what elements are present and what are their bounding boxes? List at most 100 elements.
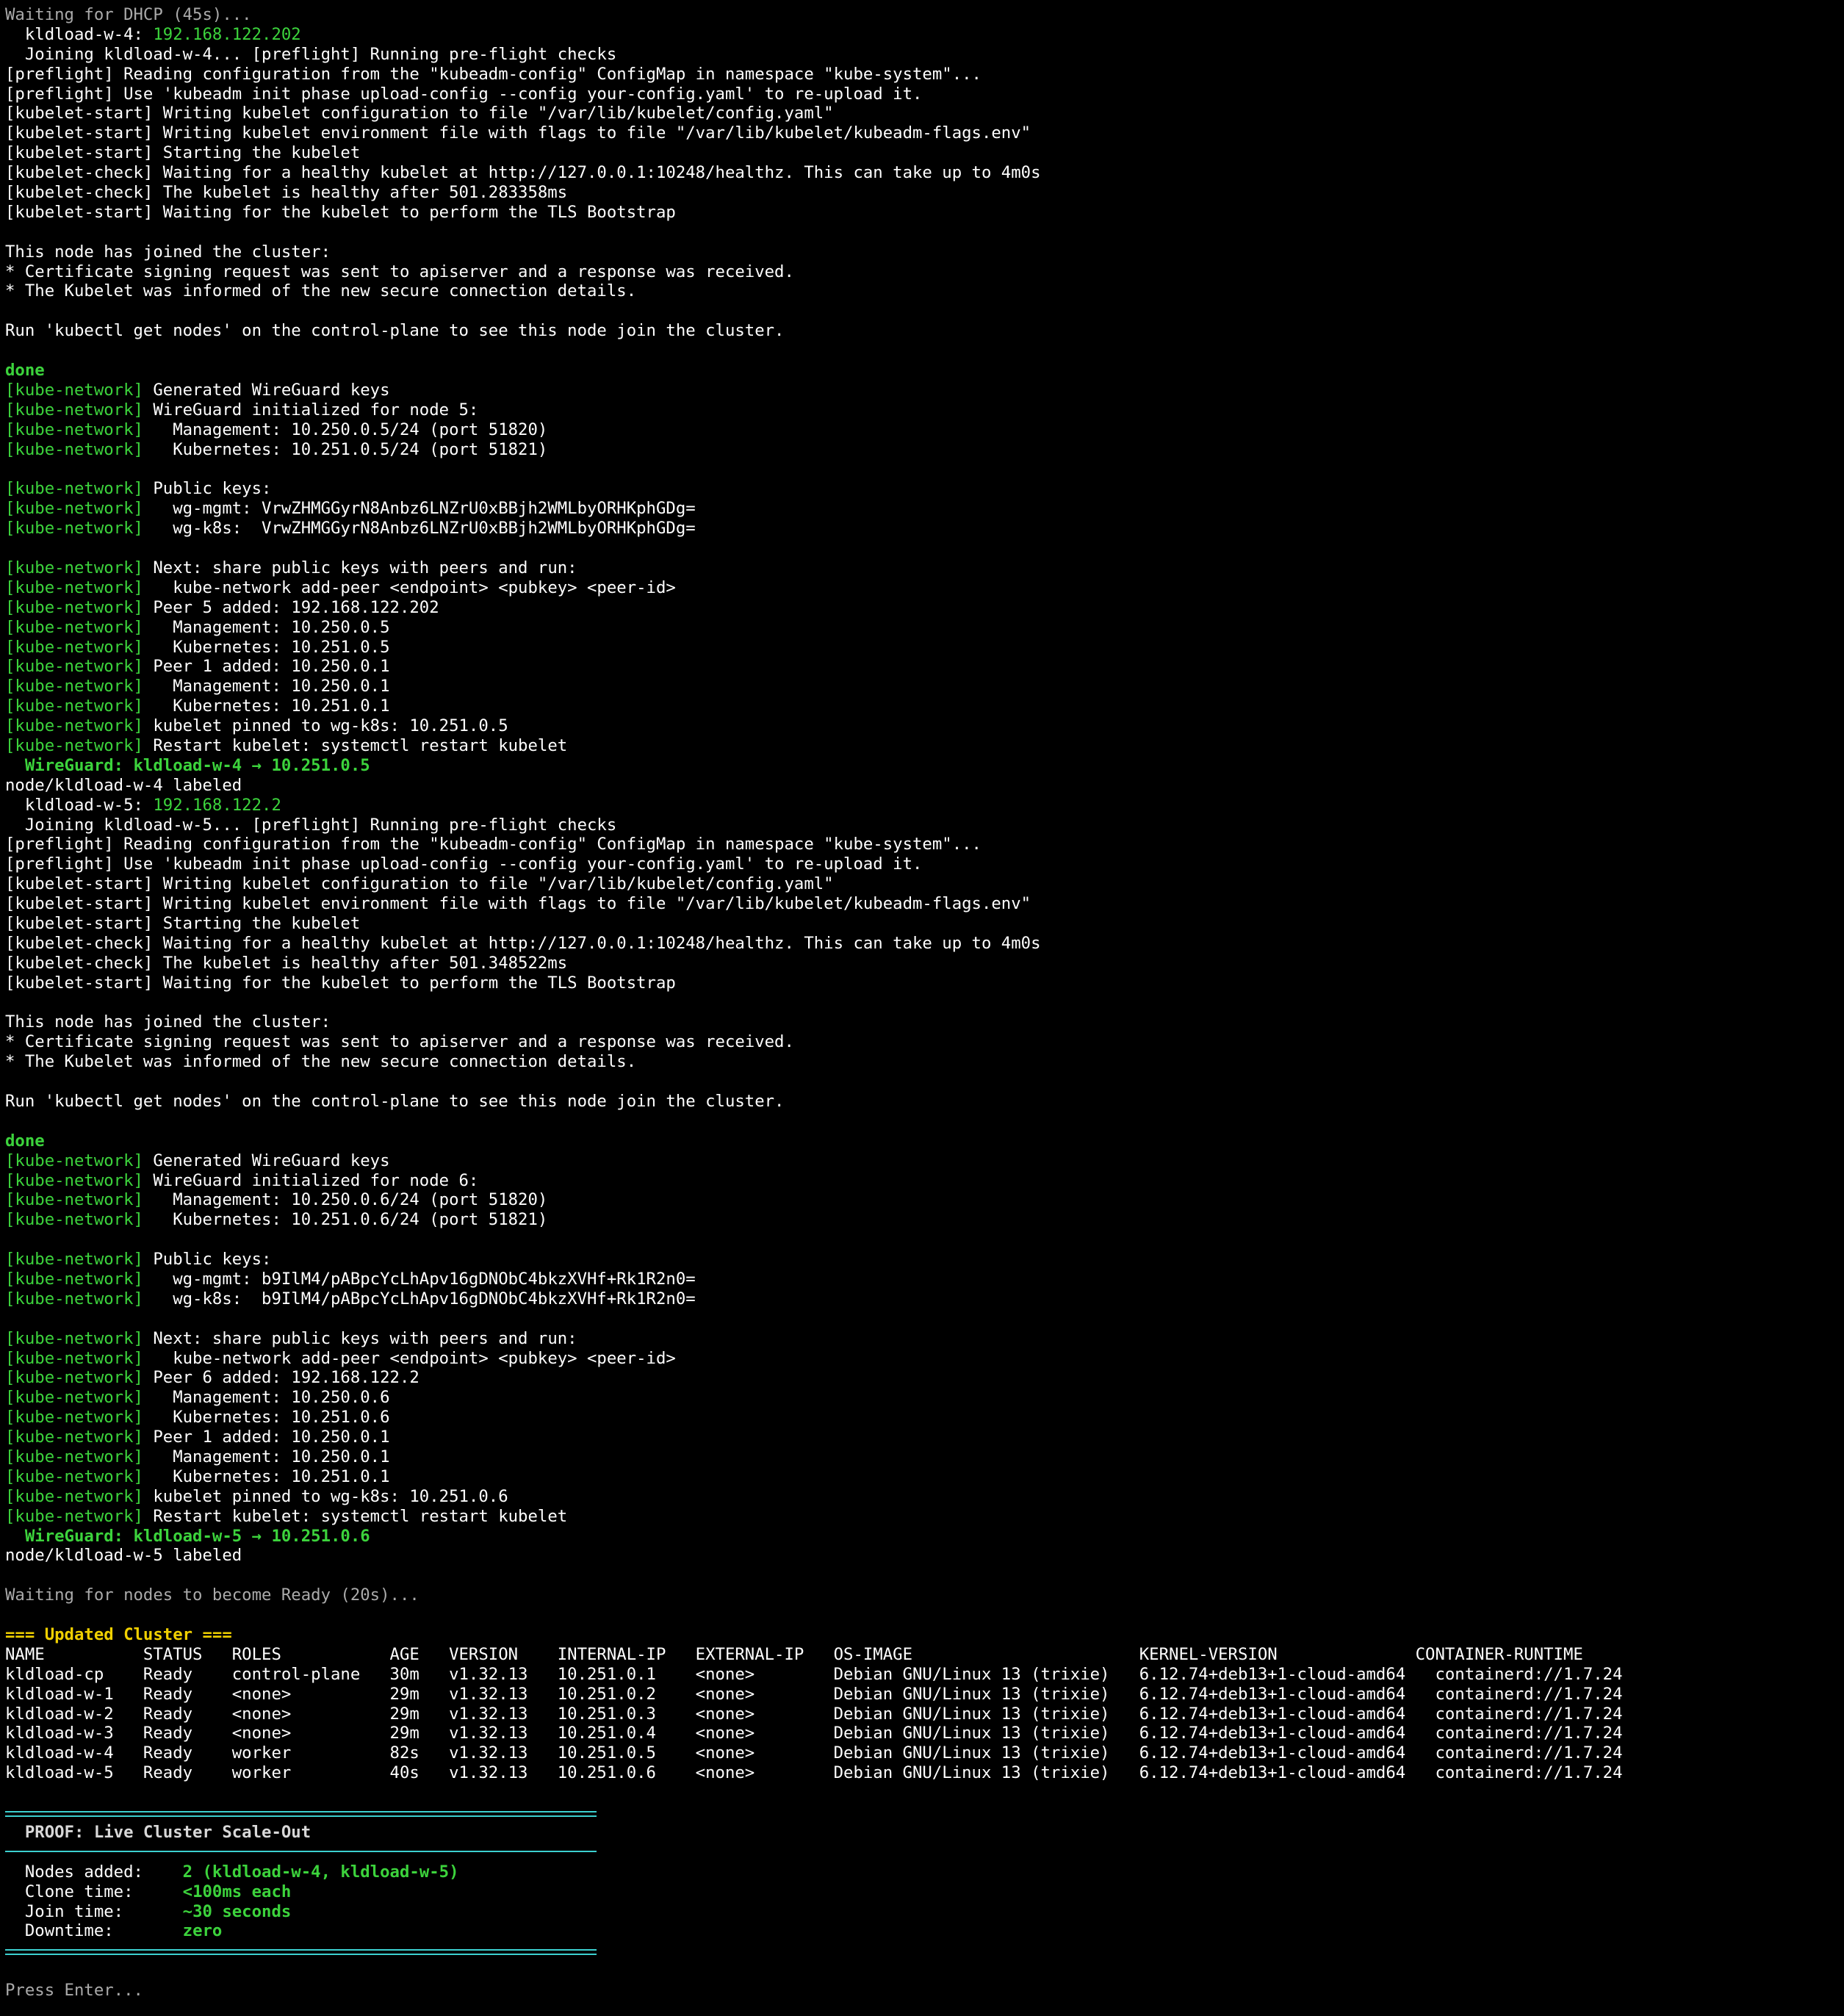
output-line: Run 'kubectl get nodes' on the control-p…	[5, 1092, 1839, 1112]
output-text: This node has joined the cluster:	[5, 242, 331, 262]
kube-network-tag: [kube-network]	[5, 577, 143, 597]
output-line: [kubelet-start] Starting the kubelet	[5, 914, 1839, 934]
output-line: [kubelet-start] Waiting for the kubelet …	[5, 973, 1839, 993]
proof-key: Nodes added:	[5, 1862, 183, 1882]
section-heading: === Updated Cluster ===	[5, 1625, 1839, 1645]
output-text: * The Kubelet was informed of the new se…	[5, 281, 637, 301]
output-text: Joining kldload-w-5... [preflight] Runni…	[5, 815, 617, 835]
output-text: [kubelet-check] Waiting for a healthy ku…	[5, 163, 1041, 183]
output-line: [preflight] Use 'kubeadm init phase uplo…	[5, 84, 1839, 104]
output-line: Joining kldload-w-4... [preflight] Runni…	[5, 45, 1839, 65]
status-line: Waiting for DHCP (45s)...	[5, 5, 1839, 25]
kube-network-line: [kube-network] Next: share public keys w…	[5, 558, 1839, 578]
output-text: [kubelet-check] Waiting for a healthy ku…	[5, 933, 1041, 953]
kube-network-tag: [kube-network]	[5, 499, 143, 519]
proof-title-text: PROOF: Live Cluster Scale-Out	[5, 1822, 311, 1842]
output-line: kldload-w-4 Ready worker 82s v1.32.13 10…	[5, 1743, 1839, 1763]
kube-network-line: [kube-network] Management: 10.250.0.5	[5, 618, 1839, 638]
success-line: done	[5, 1131, 1839, 1151]
kube-network-line: [kube-network] WireGuard initialized for…	[5, 400, 1839, 420]
kube-network-message: Public keys:	[143, 479, 272, 499]
kube-network-line: [kube-network] wg-mgmt: b9IlM4/pABpcYcLh…	[5, 1270, 1839, 1289]
kube-network-line: [kube-network] Kubernetes: 10.251.0.1	[5, 696, 1839, 716]
kube-network-tag: [kube-network]	[5, 1210, 143, 1230]
output-line: node/kldload-w-5 labeled	[5, 1546, 1839, 1566]
output-line: kldload-cp Ready control-plane 30m v1.32…	[5, 1665, 1839, 1685]
kube-network-message: Restart kubelet: systemctl restart kubel…	[143, 735, 568, 755]
proof-row: Clone time: <100ms each	[5, 1882, 1839, 1902]
output-line: This node has joined the cluster:	[5, 1012, 1839, 1032]
kube-network-line: [kube-network] WireGuard initialized for…	[5, 1171, 1839, 1191]
kube-network-tag: [kube-network]	[5, 677, 143, 696]
kube-network-message: kube-network add-peer <endpoint> <pubkey…	[143, 1348, 676, 1368]
terminal-window[interactable]: Waiting for DHCP (45s)... kldload-w-4: 1…	[5, 5, 1839, 2011]
output-line: * The Kubelet was informed of the new se…	[5, 1052, 1839, 1072]
host-label: kldload-w-4:	[5, 24, 154, 44]
output-text: [kubelet-start] Writing kubelet configur…	[5, 104, 834, 123]
kube-network-tag: [kube-network]	[5, 1466, 143, 1486]
output-line: [kubelet-start] Writing kubelet configur…	[5, 874, 1839, 894]
kube-network-message: wg-mgmt: b9IlM4/pABpcYcLhApv16gDNObC4bkz…	[143, 1270, 696, 1289]
kube-network-tag: [kube-network]	[5, 558, 143, 577]
kube-network-tag: [kube-network]	[5, 1151, 143, 1170]
kube-network-tag: [kube-network]	[5, 1408, 143, 1428]
output-line: [preflight] Reading configuration from t…	[5, 835, 1839, 854]
kube-network-line: [kube-network] Peer 5 added: 192.168.122…	[5, 598, 1839, 618]
kube-network-tag: [kube-network]	[5, 597, 143, 617]
output-line: [kubelet-start] Starting the kubelet	[5, 143, 1839, 163]
kube-network-tag: [kube-network]	[5, 519, 143, 539]
output-line: node/kldload-w-4 labeled	[5, 776, 1839, 796]
output-text: kldload-w-2 Ready <none> 29m v1.32.13 10…	[5, 1704, 1623, 1724]
success-text: WireGuard: kldload-w-4 → 10.251.0.5	[5, 755, 370, 775]
proof-key: Clone time:	[5, 1882, 183, 1901]
output-line: * Certificate signing request was sent t…	[5, 262, 1839, 282]
output-line: [kubelet-start] Writing kubelet configur…	[5, 104, 1839, 123]
kube-network-tag: [kube-network]	[5, 1190, 143, 1210]
kube-network-tag: [kube-network]	[5, 1447, 143, 1467]
success-text: done	[5, 361, 45, 381]
kube-network-line: [kube-network] Peer 1 added: 10.250.0.1	[5, 1428, 1839, 1447]
success-text: done	[5, 1131, 45, 1151]
output-line: NAME STATUS ROLES AGE VERSION INTERNAL-I…	[5, 1645, 1839, 1665]
kube-network-tag: [kube-network]	[5, 439, 143, 459]
kube-network-message: Restart kubelet: systemctl restart kubel…	[143, 1506, 568, 1526]
kube-network-tag: [kube-network]	[5, 1506, 143, 1526]
kube-network-line: [kube-network] wg-mgmt: VrwZHMGGyrN8Anbz…	[5, 499, 1839, 519]
kube-network-message: Kubernetes: 10.251.0.6/24 (port 51821)	[143, 1210, 548, 1230]
kube-network-tag: [kube-network]	[5, 479, 143, 499]
kube-network-line: [kube-network] Management: 10.250.0.6/24…	[5, 1190, 1839, 1210]
kube-network-tag: [kube-network]	[5, 696, 143, 716]
proof-key: Downtime:	[5, 1921, 183, 1941]
output-text: [preflight] Use 'kubeadm init phase uplo…	[5, 84, 923, 104]
kube-network-message: WireGuard initialized for node 5:	[143, 400, 479, 420]
kube-network-line: [kube-network] Restart kubelet: systemct…	[5, 736, 1839, 756]
kube-network-message: Peer 1 added: 10.250.0.1	[143, 657, 390, 677]
press-enter-prompt[interactable]: Press Enter...	[5, 1981, 1839, 2001]
kube-network-tag: [kube-network]	[5, 420, 143, 439]
output-text: [preflight] Reading configuration from t…	[5, 835, 982, 854]
output-text: kldload-w-5 Ready worker 40s v1.32.13 10…	[5, 1763, 1623, 1783]
kube-network-message: Generated WireGuard keys	[143, 380, 390, 400]
output-text: This node has joined the cluster:	[5, 1012, 331, 1032]
kube-network-message: Management: 10.250.0.1	[143, 677, 390, 696]
kube-network-message: kubelet pinned to wg-k8s: 10.251.0.5	[143, 716, 508, 736]
kube-network-line: [kube-network] Kubernetes: 10.251.0.5	[5, 638, 1839, 658]
kube-network-line: [kube-network] Kubernetes: 10.251.0.5/24…	[5, 440, 1839, 460]
kube-network-line: [kube-network] kube-network add-peer <en…	[5, 1349, 1839, 1369]
output-text: [kubelet-check] The kubelet is healthy a…	[5, 953, 568, 973]
proof-value: ~30 seconds	[182, 1901, 292, 1921]
proof-value: 2 (kldload-w-4, kldload-w-5)	[182, 1862, 459, 1882]
host-ip: 192.168.122.2	[153, 795, 281, 815]
double-divider-rule	[5, 1803, 1839, 1823]
status-text: Waiting for DHCP (45s)...	[5, 5, 252, 24]
kube-network-line: [kube-network] Management: 10.250.0.1	[5, 677, 1839, 696]
kube-network-line: [kube-network] Management: 10.250.0.6	[5, 1388, 1839, 1408]
proof-value: <100ms each	[182, 1882, 292, 1901]
